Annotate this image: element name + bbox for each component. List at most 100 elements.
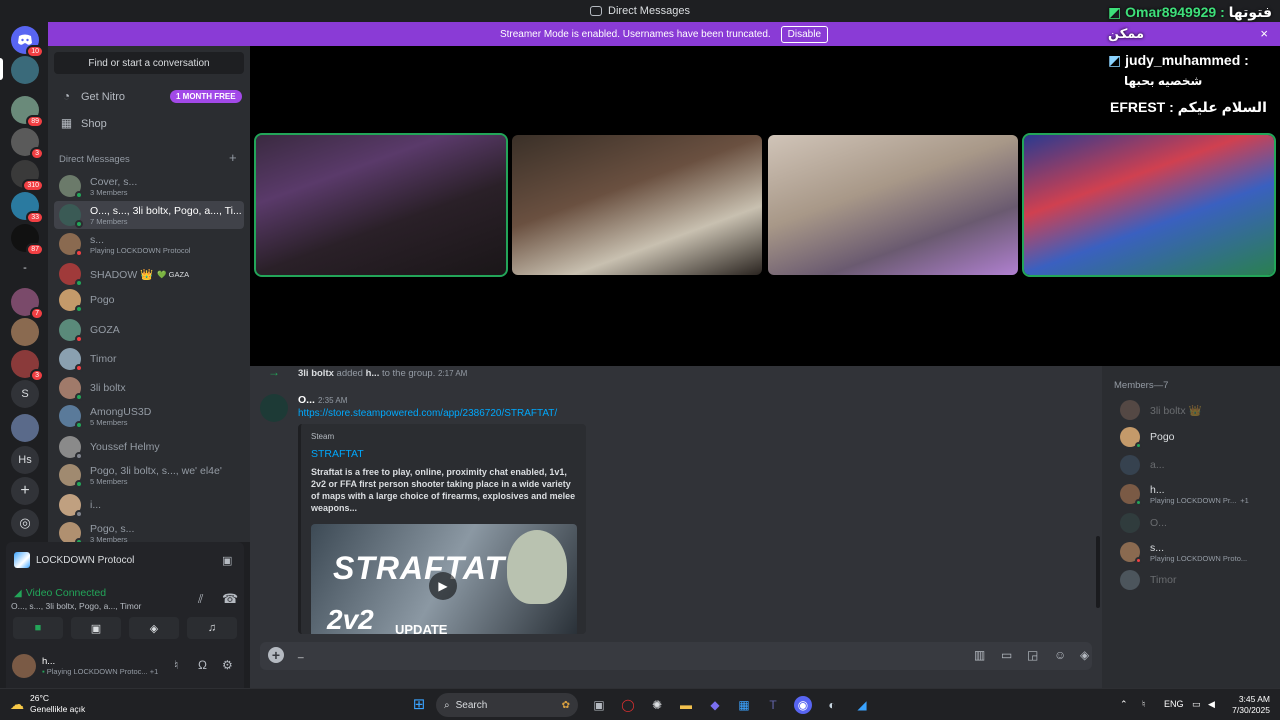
find-conversation-button[interactable]: Find or start a conversation bbox=[54, 52, 244, 74]
windows-start-icon[interactable]: ⊞ bbox=[410, 696, 428, 714]
chatgpt-icon[interactable]: ✺ bbox=[648, 696, 666, 714]
embed-video-thumbnail[interactable]: STRAFTAT 2v2 UPDATE ▶ bbox=[311, 524, 577, 634]
close-banner-icon[interactable]: × bbox=[1260, 26, 1268, 41]
get-nitro-item[interactable]: ◔ Get Nitro bbox=[60, 90, 125, 103]
dm-item[interactable]: O..., s..., 3li boltx, Pogo, a..., Ti...… bbox=[54, 201, 244, 229]
video-stage bbox=[250, 46, 1280, 366]
server-icon[interactable]: 3 bbox=[11, 350, 44, 382]
gear-icon[interactable]: ⚙ bbox=[222, 658, 233, 672]
member-item[interactable]: Timor bbox=[1120, 568, 1176, 592]
store-icon[interactable]: ▦ bbox=[735, 696, 753, 714]
add-server-icon[interactable]: + bbox=[11, 477, 39, 505]
activity-icon: ◈ bbox=[149, 622, 159, 635]
avatar bbox=[12, 654, 36, 678]
taskbar-search[interactable]: ⌕ Search ✿ bbox=[436, 693, 578, 717]
microphone-icon[interactable]: ♮ bbox=[174, 658, 178, 672]
embed-title[interactable]: STRAFTAT bbox=[311, 448, 364, 460]
server-icon[interactable]: S bbox=[11, 380, 39, 408]
member-item[interactable]: Pogo bbox=[1120, 425, 1175, 449]
member-item[interactable]: O... bbox=[1120, 511, 1167, 535]
member-item[interactable]: s... Playing LOCKDOWN Proto... bbox=[1120, 540, 1247, 564]
chevron-up-icon[interactable]: ⌃ bbox=[1120, 699, 1128, 710]
member-item[interactable]: h... Playing LOCKDOWN Pr... +1 bbox=[1120, 482, 1249, 506]
copilot-icon[interactable]: ◆ bbox=[706, 696, 724, 714]
soundboard-button[interactable]: ♫ bbox=[187, 617, 237, 639]
activity-panel-icon[interactable]: ▣ bbox=[222, 554, 232, 567]
avatar[interactable] bbox=[260, 394, 288, 422]
message-composer[interactable]: + _ ▥ ▭ ◲ ☺ ◈ bbox=[260, 642, 1092, 670]
server-icon[interactable]: - bbox=[11, 254, 39, 282]
create-dm-icon[interactable]: + bbox=[229, 150, 237, 165]
server-icon[interactable]: 89 bbox=[11, 96, 44, 128]
discord-taskbar-icon[interactable]: ◉ bbox=[794, 696, 812, 714]
teams-icon[interactable]: T bbox=[764, 696, 782, 714]
screenshare-button[interactable]: ▣ bbox=[71, 617, 121, 639]
link-embed: Steam STRAFTAT Straftat is a free to pla… bbox=[298, 424, 586, 634]
dm-item[interactable]: Cover, s... 3 Members bbox=[54, 172, 244, 200]
sticker-icon[interactable]: ◲ bbox=[1027, 648, 1038, 662]
headphones-icon[interactable]: Ω bbox=[198, 658, 207, 672]
server-icon[interactable]: 33 bbox=[11, 192, 44, 224]
file-explorer-icon[interactable]: ▬ bbox=[677, 696, 695, 714]
dm-item[interactable]: GOZA bbox=[54, 316, 244, 344]
task-view-icon[interactable]: ▣ bbox=[590, 696, 608, 714]
member-item[interactable]: 3li boltx 👑 bbox=[1120, 398, 1202, 422]
clock[interactable]: 3:45 AM 7/30/2025 bbox=[1226, 694, 1270, 716]
mic-tray-icon[interactable]: ♮ bbox=[1142, 699, 1145, 710]
language-indicator[interactable]: ENG bbox=[1164, 699, 1184, 709]
inbox-icon bbox=[590, 6, 603, 16]
disable-streamer-button[interactable]: Disable bbox=[780, 25, 829, 43]
weather-widget[interactable]: ☁ 26°C Genellikle açık bbox=[10, 693, 85, 715]
activity-button[interactable]: ◈ bbox=[129, 617, 179, 639]
server-icon[interactable]: 87 bbox=[11, 224, 44, 256]
apps-icon[interactable]: ◈ bbox=[1080, 648, 1089, 662]
scrollbar[interactable] bbox=[1096, 536, 1100, 608]
dm-item[interactable]: Pogo, 3li boltx, s..., we' el4e' 5 Member… bbox=[54, 461, 244, 489]
server-icon[interactable]: 310 bbox=[11, 160, 44, 192]
video-tile[interactable] bbox=[254, 133, 508, 277]
disconnect-icon[interactable]: ☎ bbox=[222, 591, 238, 607]
noise-suppression-icon[interactable]: ⫽ bbox=[198, 592, 203, 607]
camera-button[interactable]: ■ bbox=[13, 617, 63, 639]
system-actor[interactable]: 3li boltx bbox=[298, 368, 334, 379]
emoji-icon[interactable]: ☺ bbox=[1054, 648, 1066, 662]
game-taskbar-icon[interactable]: ◢ bbox=[853, 696, 871, 714]
message-author[interactable]: O... bbox=[298, 394, 315, 406]
nitro-icon: ◔ bbox=[62, 89, 71, 103]
dm-item[interactable]: Youssef Helmy bbox=[54, 433, 244, 461]
dm-item[interactable]: s... Playing LOCKDOWN Protocol bbox=[54, 230, 244, 258]
member-item[interactable]: a... bbox=[1120, 453, 1165, 477]
server-icon[interactable]: Hs bbox=[11, 446, 39, 474]
avatar bbox=[1120, 513, 1140, 533]
dm-item[interactable]: 3li boltx bbox=[54, 374, 244, 402]
composer-input[interactable]: _ bbox=[298, 648, 304, 659]
video-tile[interactable] bbox=[768, 135, 1018, 275]
gif-icon[interactable]: ▭ bbox=[1001, 648, 1012, 662]
message-link[interactable]: https://store.steampowered.com/app/23867… bbox=[298, 408, 557, 419]
search-label: Search bbox=[455, 699, 488, 711]
discord-home-icon[interactable]: 10 bbox=[11, 26, 44, 58]
compass-icon[interactable]: ◎ bbox=[11, 509, 39, 537]
voice-status[interactable]: ◢ Video Connected bbox=[14, 587, 106, 599]
server-icon[interactable] bbox=[11, 318, 39, 346]
dm-item[interactable]: Pogo bbox=[54, 286, 244, 314]
steam-icon[interactable]: ◐ bbox=[823, 696, 841, 714]
server-icon[interactable] bbox=[11, 414, 39, 442]
server-icon[interactable] bbox=[11, 56, 39, 84]
video-tile[interactable] bbox=[1022, 133, 1276, 277]
volume-icon[interactable]: ◀ bbox=[1208, 699, 1215, 710]
dm-item[interactable]: SHADOW 👑 💚 GAZA bbox=[54, 260, 244, 288]
dm-item[interactable]: AmongUS3D 5 Members bbox=[54, 402, 244, 430]
attach-icon[interactable]: + bbox=[268, 647, 284, 663]
gift-icon[interactable]: ▥ bbox=[974, 648, 985, 662]
server-icon[interactable]: 7 bbox=[11, 288, 44, 320]
video-tile[interactable] bbox=[512, 135, 762, 275]
network-icon[interactable]: ▭ bbox=[1192, 699, 1201, 710]
dm-item[interactable]: i... bbox=[54, 491, 244, 519]
shop-item[interactable]: ▦ Shop bbox=[60, 117, 107, 130]
play-icon[interactable]: ▶ bbox=[429, 572, 457, 600]
system-target[interactable]: h... bbox=[366, 368, 380, 379]
dm-item[interactable]: Timor bbox=[54, 345, 244, 373]
opera-icon[interactable]: ◯ bbox=[619, 696, 637, 714]
server-icon[interactable]: 3 bbox=[11, 128, 44, 160]
